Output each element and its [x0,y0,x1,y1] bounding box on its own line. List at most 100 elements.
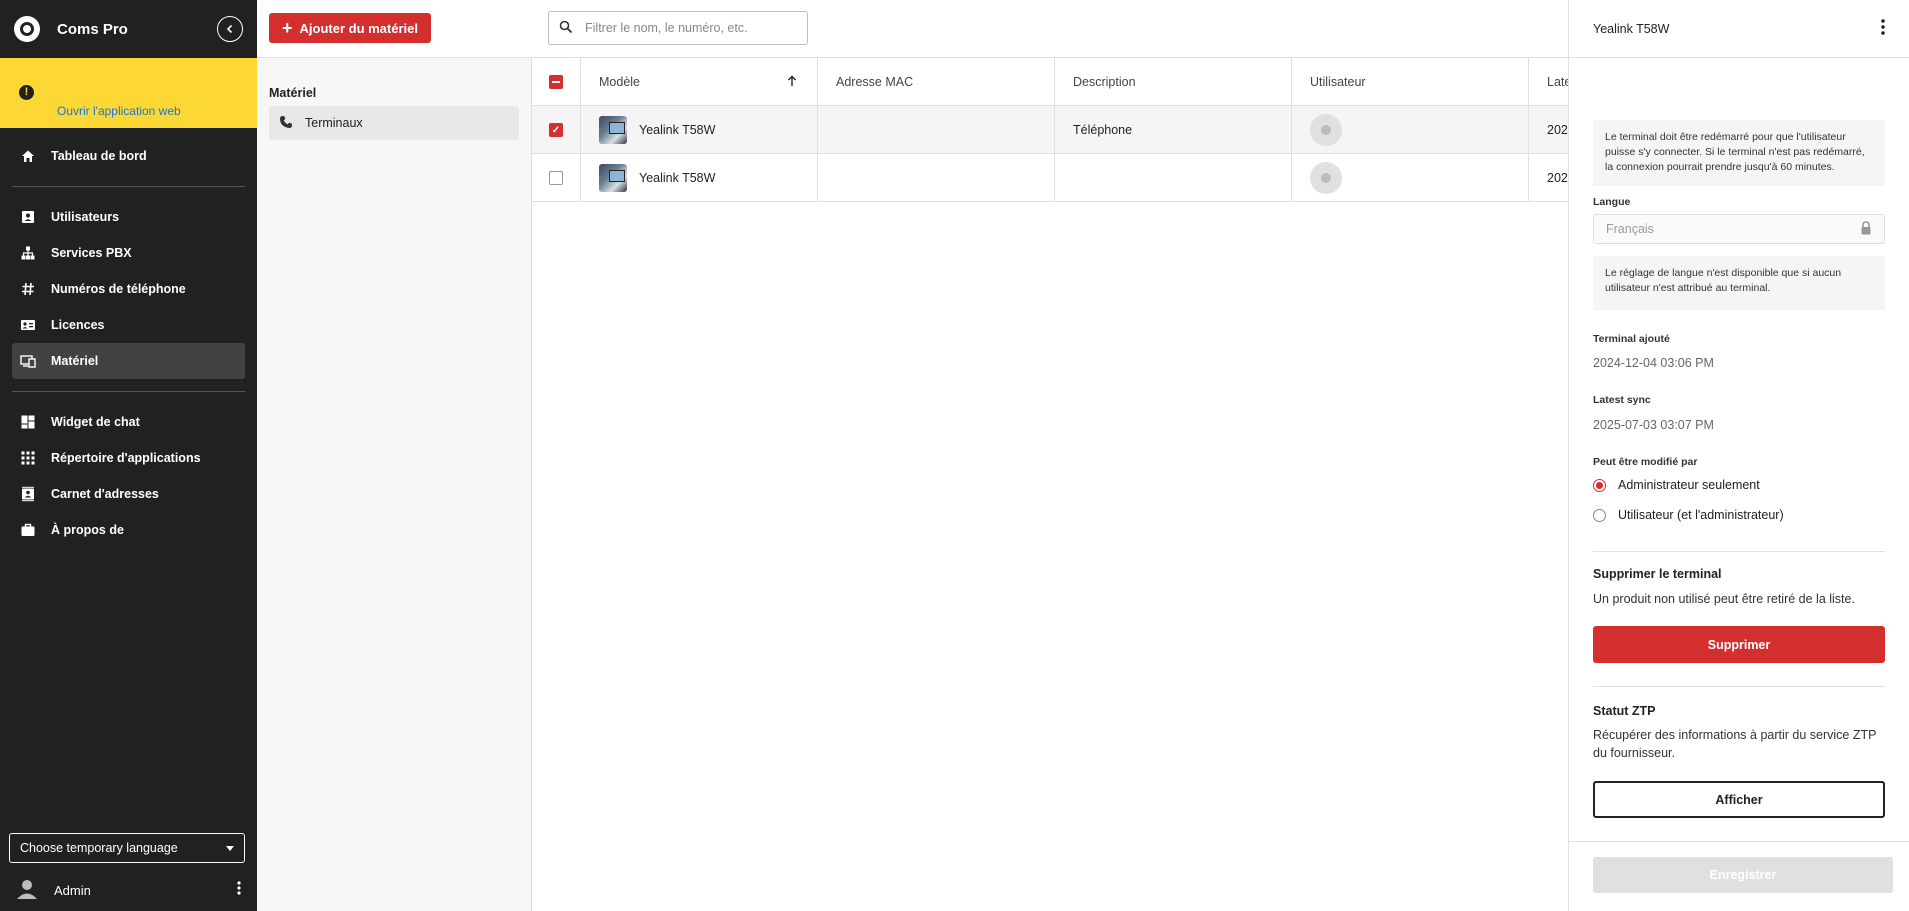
id-card-icon [20,317,36,333]
more-vert-icon[interactable] [237,880,241,900]
table-row[interactable]: ✓ Yealink T58W Téléphone 202 [532,106,1568,154]
device-thumbnail [599,116,627,144]
sidebar-item-label: Services PBX [51,246,132,260]
latest-sync-cell: 202 [1529,154,1568,202]
model-value: Yealink T58W [639,123,716,137]
add-hardware-button[interactable]: + Ajouter du matériel [269,13,431,43]
temporary-language-select[interactable]: Choose temporary language [9,833,245,863]
radio-admin-label: Administrateur seulement [1618,478,1760,492]
collapse-sidebar-button[interactable] [217,16,243,42]
dashboard-icon [20,414,36,430]
sidebar-nav-primary: Tableau de bord [0,138,257,174]
user-name: Admin [54,882,91,898]
radio-admin-only[interactable]: Administrateur seulement [1593,474,1760,496]
app-title: Coms Pro [57,20,128,38]
sidebar-item-licenses[interactable]: Licences [12,307,245,343]
column-header-label: Utilisateur [1310,75,1366,89]
hash-icon [20,281,36,297]
column-header-user[interactable]: Utilisateur [1292,58,1529,106]
hardware-subnav: Matériel Terminaux [257,58,532,911]
sidebar-item-label: Licences [51,318,105,332]
column-header-label: Adresse MAC [836,75,914,89]
row-checkbox[interactable]: ✓ [549,123,563,137]
model-cell: Yealink T58W [581,154,818,202]
radio-button[interactable] [1593,508,1606,522]
sidebar-item-label: Matériel [51,354,99,368]
restart-note: Le terminal doit être redémarré pour que… [1593,120,1885,186]
open-web-app-link[interactable]: Ouvrir l'application web [57,104,181,118]
latest-sync-label: Latest sync [1593,394,1651,406]
lock-icon [1860,220,1872,238]
show-ztp-button[interactable]: Afficher [1593,781,1885,818]
sidebar-item-about[interactable]: À propos de [12,512,245,548]
editable-by-label: Peut être modifié par [1593,456,1698,468]
sidebar-item-address-book[interactable]: Carnet d'adresses [12,476,245,512]
save-button[interactable]: Enregistrer [1593,857,1893,893]
latest-sync-value: 202 [1547,123,1568,137]
radio-user-and-admin[interactable]: Utilisateur (et l'administrateur) [1593,504,1784,526]
avatar-icon [16,878,38,903]
sort-arrow-up-icon[interactable] [787,74,797,90]
subnav-title: Matériel [269,86,317,100]
description-cell [1055,154,1292,202]
divider [1593,686,1885,687]
sidebar-item-pbx-services[interactable]: Services PBX [12,235,245,271]
app-logo-icon [14,16,40,42]
caret-down-icon [226,845,234,851]
column-header-model[interactable]: Modèle [581,58,818,106]
column-header-label: Late [1547,75,1568,89]
description-value: Téléphone [1073,123,1133,137]
column-header-latest-sync[interactable]: Late [1529,58,1568,106]
sidebar-item-hardware[interactable]: Matériel [12,343,245,379]
sidebar-item-label: Numéros de téléphone [51,282,186,296]
phone-icon [279,115,293,132]
language-label: Langue [1593,196,1631,208]
sidebar-item-users[interactable]: Utilisateurs [12,199,245,235]
column-header-label: Modèle [599,75,640,89]
chevron-left-icon [226,24,233,34]
mac-cell [818,106,1055,154]
avatar-icon [1310,114,1342,146]
briefcase-icon [20,522,36,538]
mac-cell [818,154,1055,202]
language-select-value: Choose temporary language [20,841,178,855]
sidebar-item-label: Widget de chat [51,415,140,429]
search-input[interactable] [585,21,785,35]
select-all-checkbox[interactable] [549,75,563,89]
model-cell: Yealink T58W [581,106,818,154]
sidebar-item-app-directory[interactable]: Répertoire d'applications [12,440,245,476]
delete-terminal-title: Supprimer le terminal [1593,567,1722,581]
ztp-status-text: Récupérer des informations à partir du s… [1593,728,1877,760]
language-value: Français [1606,222,1654,236]
current-user: Admin [0,875,257,905]
panel-footer: Enregistrer [1569,841,1909,911]
latest-sync-value: 2025-07-03 03:07 PM [1593,418,1714,432]
column-header-label: Description [1073,75,1136,89]
sidebar-divider [12,391,245,392]
radio-button-selected[interactable] [1593,478,1606,492]
row-checkbox[interactable] [549,171,563,185]
sidebar: Coms Pro ! Ouvrir l'application web Tabl… [0,0,257,911]
sidebar-header: Coms Pro [0,0,257,58]
warning-banner: ! Ouvrir l'application web [0,58,257,128]
avatar-icon [1310,162,1342,194]
sidebar-item-label: Carnet d'adresses [51,487,159,501]
sidebar-nav-secondary: Widget de chat Répertoire d'applications… [0,404,257,548]
panel-title: Yealink T58W [1593,21,1670,36]
language-note: Le réglage de langue n'est disponible qu… [1593,256,1885,310]
delete-button[interactable]: Supprimer [1593,626,1885,663]
ztp-status-title: Statut ZTP [1593,704,1656,718]
table-row[interactable]: Yealink T58W 202 [532,154,1568,202]
subnav-item-label: Terminaux [305,116,363,130]
subnav-item-terminals[interactable]: Terminaux [269,106,519,140]
description-cell: Téléphone [1055,106,1292,154]
user-cell [1292,154,1529,202]
sidebar-item-dashboard[interactable]: Tableau de bord [12,138,245,174]
sidebar-item-chat-widget[interactable]: Widget de chat [12,404,245,440]
more-vert-icon[interactable] [1881,19,1885,38]
column-header-description[interactable]: Description [1055,58,1292,106]
device-thumbnail [599,164,627,192]
column-header-mac[interactable]: Adresse MAC [818,58,1055,106]
sidebar-nav-main: Utilisateurs Services PBX Numéros de tél… [0,199,257,379]
sidebar-item-phone-numbers[interactable]: Numéros de téléphone [12,271,245,307]
